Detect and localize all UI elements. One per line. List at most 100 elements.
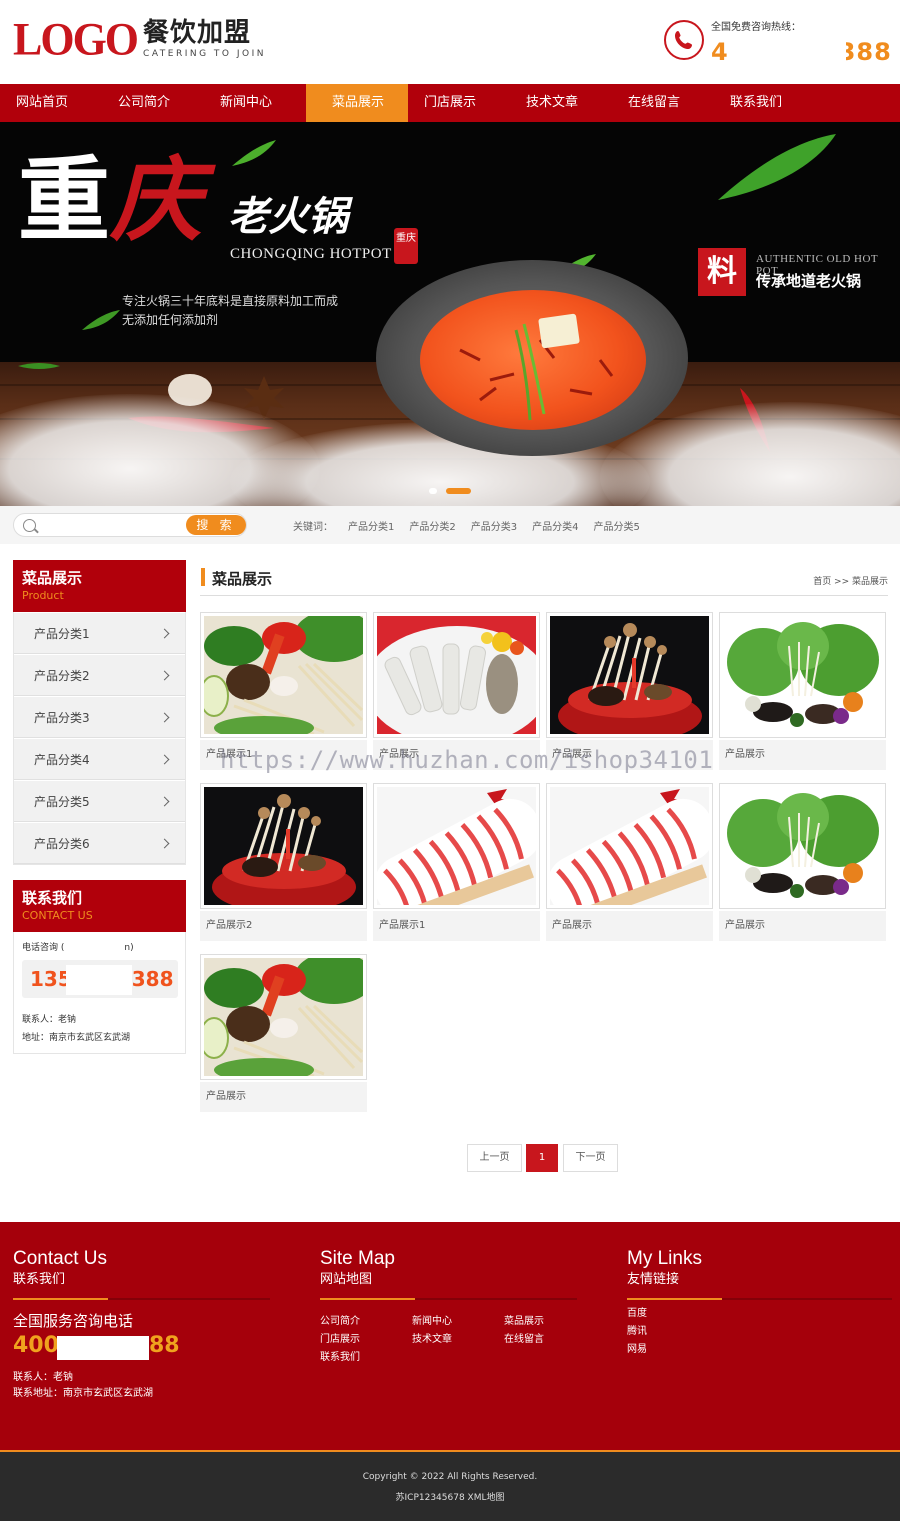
product-caption[interactable]: 产品展示 xyxy=(719,740,886,770)
sidebar-category-item[interactable]: 产品分类3 xyxy=(14,696,185,738)
footer-sitemap-link[interactable]: 公司简介 xyxy=(320,1312,360,1327)
footer-sitemap-link[interactable]: 技术文章 xyxy=(412,1330,452,1345)
footer-sitemap-heading: Site Map 网站地图 xyxy=(320,1248,395,1287)
nav-item-1[interactable]: 公司简介 xyxy=(102,84,204,122)
product-caption[interactable]: 产品展示2 xyxy=(200,911,367,941)
product-image[interactable] xyxy=(373,783,540,909)
product-card[interactable]: 产品展示1 xyxy=(200,612,367,770)
current-page-button[interactable]: 1 xyxy=(526,1144,558,1172)
sidebar-contact-title: 联系我们 xyxy=(22,889,83,907)
product-image[interactable] xyxy=(200,954,367,1080)
keyword-link[interactable]: 产品分类2 xyxy=(409,518,455,533)
banner-seal: 重庆 xyxy=(394,228,418,264)
sidebar-category-item[interactable]: 产品分类4 xyxy=(14,738,185,780)
sidebar-category-label: 产品分类1 xyxy=(34,627,90,641)
footer-friend-link[interactable]: 百度 xyxy=(627,1304,647,1319)
footer-friend-link[interactable]: 腾讯 xyxy=(627,1322,647,1337)
footer-sitemap-link[interactable]: 门店展示 xyxy=(320,1330,360,1345)
hotline: 全国免费咨询热线： 4 388 xyxy=(664,16,894,72)
phone-redaction xyxy=(66,965,132,995)
keyword-link[interactable]: 产品分类4 xyxy=(532,518,578,533)
product-image[interactable] xyxy=(200,612,367,738)
copyright-bar: Copyright © 2022 All Rights Reserved. 苏I… xyxy=(0,1452,900,1521)
product-card[interactable]: 产品展示 xyxy=(719,612,886,770)
site-logo[interactable]: LOGO 餐饮加盟 CATERING TO JOIN xyxy=(13,16,266,66)
search-bar: 搜 索 关键词： 产品分类1 产品分类2 产品分类3 产品分类4 产品分类5 xyxy=(0,506,900,544)
sidebar-category-item[interactable]: 产品分类5 xyxy=(14,780,185,822)
product-caption[interactable]: 产品展示1 xyxy=(373,911,540,941)
nav-item-3[interactable]: 菜品展示 xyxy=(306,84,408,122)
sidebar-category-item[interactable]: 产品分类2 xyxy=(14,654,185,696)
product-photo-lamb-rolls xyxy=(377,787,536,905)
chevron-right-icon xyxy=(159,712,170,723)
footer-sitemap-link[interactable]: 在线留言 xyxy=(504,1330,544,1345)
phone-label: 电话咨询 (n) xyxy=(22,943,134,953)
footer-sitemap-link[interactable]: 联系我们 xyxy=(320,1348,360,1363)
product-card[interactable]: 产品展示 xyxy=(546,783,713,941)
footer-sitemap-link[interactable]: 菜品展示 xyxy=(504,1312,544,1327)
footer-tel-label: 全国服务咨询电话 xyxy=(13,1312,134,1330)
product-image[interactable] xyxy=(546,612,713,738)
sidebar-contact-subtitle: CONTACT US xyxy=(22,909,93,922)
prev-page-button[interactable]: 上一页 xyxy=(467,1144,522,1172)
product-photo-veggie-platter xyxy=(204,958,363,1076)
nav-item-4[interactable]: 门店展示 xyxy=(408,84,510,122)
product-caption[interactable]: 产品展示 xyxy=(719,911,886,941)
product-card[interactable]: 产品展示2 xyxy=(200,783,367,941)
product-image[interactable] xyxy=(200,783,367,909)
hotline-redaction xyxy=(736,38,846,70)
product-caption[interactable]: 产品展示 xyxy=(546,911,713,941)
nav-item-2[interactable]: 新闻中心 xyxy=(204,84,306,122)
product-card[interactable]: 产品展示 xyxy=(546,612,713,770)
search-button[interactable]: 搜 索 xyxy=(186,515,246,535)
nav-item-0[interactable]: 网站首页 xyxy=(0,84,102,122)
footer-links-heading: My Links 友情链接 xyxy=(627,1248,702,1287)
footer-sitemap-link[interactable]: 新闻中心 xyxy=(412,1312,452,1327)
keyword-link[interactable]: 产品分类3 xyxy=(471,518,517,533)
slider-dot-2-active[interactable] xyxy=(446,488,471,494)
contact-person: 联系人：老钠 xyxy=(22,1015,77,1025)
banner-badge: 料 xyxy=(698,248,746,296)
footer-friend-link[interactable]: 网易 xyxy=(627,1340,647,1355)
banner-title-english: CHONGQING HOTPOT xyxy=(230,246,392,262)
search-keywords: 关键词： 产品分类1 产品分类2 产品分类3 产品分类4 产品分类5 xyxy=(293,518,655,533)
nav-item-5[interactable]: 技术文章 xyxy=(510,84,612,122)
product-card[interactable]: 产品展示 xyxy=(200,954,367,1112)
product-card[interactable]: 产品展示 xyxy=(373,612,540,770)
next-page-button[interactable]: 下一页 xyxy=(563,1144,618,1172)
breadcrumb[interactable]: 首页 >> 菜品展示 xyxy=(813,574,888,587)
slider-dot-1[interactable] xyxy=(429,488,437,494)
copyright-text: Copyright © 2022 All Rights Reserved. xyxy=(362,1472,538,1482)
icp-text: 苏ICP12345678 XML地图 xyxy=(395,1493,505,1503)
sidebar-category-label: 产品分类4 xyxy=(34,753,90,767)
keyword-link[interactable]: 产品分类1 xyxy=(348,518,394,533)
sidebar-category-label: 产品分类5 xyxy=(34,795,90,809)
nav-item-6[interactable]: 在线留言 xyxy=(612,84,714,122)
sidebar-category-item[interactable]: 产品分类1 xyxy=(14,612,185,654)
banner-title: 重庆 xyxy=(18,146,203,254)
product-card[interactable]: 产品展示 xyxy=(719,783,886,941)
product-image[interactable] xyxy=(373,612,540,738)
site-header: LOGO 餐饮加盟 CATERING TO JOIN 全国免费咨询热线： 4 38… xyxy=(0,0,900,84)
product-photo-veggie-platter xyxy=(204,616,363,734)
product-image[interactable] xyxy=(719,612,886,738)
product-photo-lamb-rolls xyxy=(550,787,709,905)
product-image[interactable] xyxy=(719,783,886,909)
product-photo-green-salad xyxy=(723,787,882,905)
product-card[interactable]: 产品展示1 xyxy=(373,783,540,941)
chevron-right-icon xyxy=(159,628,170,639)
product-caption[interactable]: 产品展示 xyxy=(200,1082,367,1112)
chevron-right-icon xyxy=(159,838,170,849)
logo-english-text: CATERING TO JOIN xyxy=(143,49,266,59)
hero-banner[interactable]: 重庆 老火锅 CHONGQING HOTPOT 重庆 专注火锅三十年底料是直接原… xyxy=(0,122,900,506)
phone-box: 135 388 xyxy=(22,960,178,998)
product-image[interactable] xyxy=(546,783,713,909)
sidebar-category-item[interactable]: 产品分类6 xyxy=(14,822,185,864)
banner-slogan-line1: 专注火锅三十年底料是直接原料加工而成 xyxy=(122,294,339,308)
chevron-right-icon xyxy=(159,670,170,681)
keyword-link[interactable]: 产品分类5 xyxy=(594,518,640,533)
nav-item-7[interactable]: 联系我们 xyxy=(714,84,816,122)
banner-title-rest: 老火锅 xyxy=(228,193,348,240)
product-photo-green-salad xyxy=(723,616,882,734)
search-input[interactable] xyxy=(42,516,192,534)
